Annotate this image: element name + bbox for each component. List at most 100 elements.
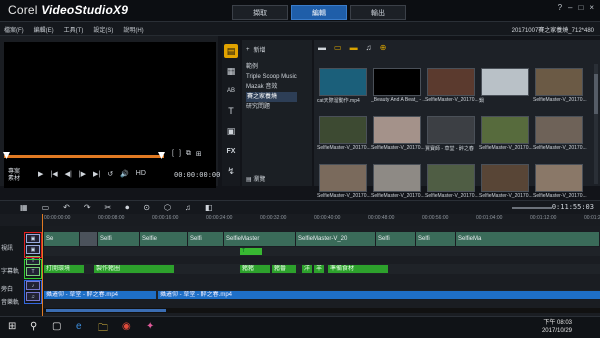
show-photo-icon[interactable]: ▬ — [350, 43, 358, 52]
volume-icon[interactable]: 🔊 — [120, 170, 129, 178]
scrollbar-thumb[interactable] — [594, 74, 598, 114]
undo-icon[interactable]: ↶ — [63, 203, 70, 213]
thumbnail-item[interactable]: 鍋 — [479, 68, 533, 106]
record-capture-icon[interactable]: ⏺ — [125, 203, 129, 213]
thumbnail-image[interactable] — [535, 116, 583, 144]
play-icon[interactable]: ▶ — [38, 170, 43, 178]
media-icon[interactable]: ▤ — [224, 44, 238, 58]
thumbnail-image[interactable] — [427, 116, 475, 144]
thumbnail-image[interactable] — [481, 116, 529, 144]
minimize-icon[interactable]: – — [568, 3, 572, 12]
show-options-icon[interactable]: ⊕ — [380, 43, 387, 52]
auto-music-icon[interactable]: ⬡ — [164, 203, 171, 213]
browse-button[interactable]: ▤ 瀏覽 — [246, 174, 265, 183]
video-clip[interactable]: SelfieMaster-V_20 — [296, 232, 376, 246]
player-timecode[interactable]: 00:00:00:00 — [174, 171, 220, 179]
thumbnail-image[interactable] — [319, 116, 367, 144]
thumbnail-image[interactable] — [427, 164, 475, 192]
menu-help[interactable]: 說明(H) — [123, 25, 143, 34]
help-icon[interactable]: ? — [558, 3, 562, 12]
previous-frame-icon[interactable]: ◀| — [65, 170, 72, 178]
title-clip[interactable]: 豬番 — [272, 265, 296, 273]
thumbnail-image[interactable] — [481, 68, 529, 96]
video-clip[interactable]: SelfieMaster — [224, 232, 296, 246]
timeline-scroll-thumb[interactable] — [46, 309, 166, 312]
timeline-scrollbar[interactable] — [44, 308, 600, 313]
scrub-bar[interactable] — [4, 155, 164, 158]
mark-out-button[interactable]: ] — [179, 150, 181, 158]
folder-item-selected[interactable]: 賽之家養燒 — [246, 92, 297, 102]
tab-share[interactable]: 輸出 — [350, 5, 406, 20]
thumbnail-item[interactable]: SelfieMaster-V_20170... — [479, 116, 533, 154]
thumbnail-item[interactable]: SelfieMaster-V_20170... — [425, 68, 479, 106]
menu-settings[interactable]: 設定(S) — [93, 25, 113, 34]
search-icon[interactable]: ⚲ — [30, 321, 37, 332]
video-clip[interactable]: Selfi — [188, 232, 224, 246]
storyboard-view-icon[interactable]: ▦ — [20, 203, 28, 213]
thumbnail-item[interactable]: SelfieMaster-V_20170... — [425, 164, 479, 202]
thumbnail-image[interactable] — [373, 68, 421, 96]
title-icon[interactable]: T — [224, 104, 238, 118]
instant-project-icon[interactable]: ▦ — [224, 64, 238, 78]
title-clip[interactable]: 豬豬 — [240, 265, 270, 273]
thumbnail-item[interactable]: SelfieMaster-V_20170... — [317, 116, 371, 154]
audio-icon[interactable]: ♫ — [185, 203, 191, 213]
timeline-view-icon[interactable]: ▭ — [42, 203, 50, 213]
playhead[interactable] — [42, 214, 43, 316]
project-mode-label[interactable]: 專案 — [8, 169, 20, 176]
library-scrollbar[interactable] — [594, 64, 598, 184]
import-folder-icon[interactable]: ▬ — [318, 43, 326, 52]
thumbnail-image[interactable] — [373, 116, 421, 144]
hd-preview-icon[interactable]: HD — [136, 170, 146, 178]
mark-in-button[interactable]: [ — [172, 150, 174, 158]
end-icon[interactable]: ▶| — [93, 170, 100, 178]
title-clip[interactable]: 洋 — [302, 265, 312, 273]
thumbnail-item[interactable]: SelfieMaster-V_20170... — [533, 116, 587, 154]
split-clip-button[interactable]: ⧉ — [186, 150, 191, 158]
title-clip[interactable]: 準備食材 — [328, 265, 388, 273]
repeat-icon[interactable]: ↺ — [107, 170, 113, 178]
explorer-icon[interactable]: 🗀 — [98, 321, 108, 338]
thumbnail-item[interactable]: SelfieMaster-V_20170... — [533, 68, 587, 106]
thumbnail-image[interactable] — [319, 164, 367, 192]
task-view-icon[interactable]: ▢ — [52, 321, 61, 332]
maximize-icon[interactable]: □ — [578, 3, 583, 12]
thumbnail-item[interactable]: cat天際溜動作.mp4 — [317, 68, 371, 106]
videostudio-taskbar-icon[interactable]: ✦ — [146, 321, 154, 332]
video-clip[interactable]: Se — [44, 232, 80, 246]
tab-capture[interactable]: 擷取 — [232, 5, 288, 20]
thumbnail-item[interactable]: SelfieMaster-V_20170... — [371, 164, 425, 202]
sound-mixer-icon[interactable]: ⊙ — [143, 203, 150, 213]
chrome-icon[interactable]: ◉ — [122, 321, 131, 332]
path-icon[interactable]: ↯ — [224, 164, 238, 178]
menu-file[interactable]: 檔案(F) — [4, 25, 24, 34]
clip-mode-label[interactable]: 素材 — [8, 176, 20, 183]
menu-tools[interactable]: 工具(T) — [64, 25, 84, 34]
thumbnail-item[interactable]: _Beauty And A Beat_ - ... — [371, 68, 425, 106]
fx-icon[interactable]: FX — [224, 144, 238, 158]
show-audio-icon[interactable]: ♫ — [366, 43, 372, 52]
thumbnail-item[interactable]: SelfieMaster-V_20170... — [533, 164, 587, 202]
show-video-icon[interactable]: ▭ — [334, 43, 342, 52]
thumbnail-image[interactable] — [373, 164, 421, 192]
video-clip[interactable]: Selfi — [416, 232, 456, 246]
add-folder-button[interactable]: + 新增 — [246, 45, 266, 55]
fit-project-icon[interactable]: ◧ — [205, 203, 213, 213]
graphic-icon[interactable]: ▣ — [224, 124, 238, 138]
video-clip[interactable]: Selfie — [140, 232, 188, 246]
folder-item[interactable]: 範例 — [246, 62, 297, 72]
tab-edit[interactable]: 編輯 — [291, 5, 347, 20]
folder-item[interactable]: 研究問題 — [246, 102, 297, 112]
home-icon[interactable]: |◀ — [50, 170, 57, 178]
thumbnail-image[interactable] — [481, 164, 529, 192]
thumbnail-image[interactable] — [535, 68, 583, 96]
thumbnail-item[interactable]: SelfieMaster-V_20170... — [317, 164, 371, 202]
enlarge-preview-button[interactable]: ⊞ — [196, 150, 202, 158]
audio-clip[interactable]: 攝遷仰 - 草堂 - 醉之春.mp4 — [44, 291, 156, 299]
next-frame-icon[interactable]: |▶ — [79, 170, 86, 178]
menu-edit[interactable]: 編輯(E) — [34, 25, 54, 34]
title-clip[interactable]: 羊 — [314, 265, 324, 273]
system-clock[interactable]: 下午 08:03 2017/10/29 — [542, 319, 572, 335]
timeline-ruler[interactable]: 00:00:00:00 00:00:08:00 00:00:16:00 00:00:2… — [0, 214, 600, 226]
thumbnail-image[interactable] — [535, 164, 583, 192]
